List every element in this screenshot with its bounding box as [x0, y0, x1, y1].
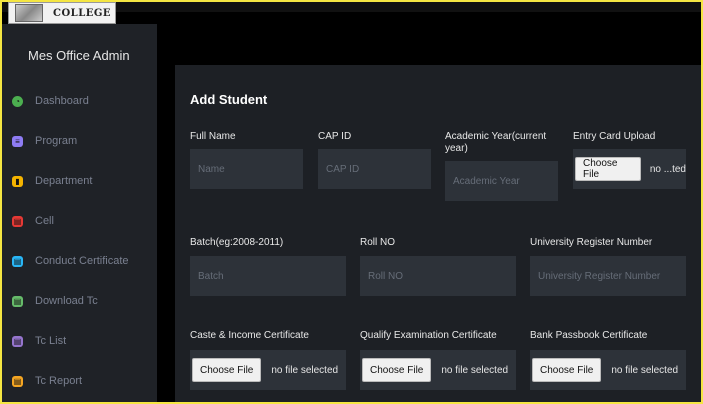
qualify-exam-label: Qualify Examination Certificate [360, 330, 497, 341]
bank-passbook-file-input[interactable]: Choose File no file selected [530, 350, 686, 390]
sidebar-nav: ◔ Dashboard ≡ Program ▮ Department ▤ Cel… [2, 81, 157, 401]
list-icon: ▤ [12, 335, 23, 347]
sidebar-item-label: Conduct Certificate [35, 255, 129, 267]
batch-input[interactable] [190, 256, 346, 296]
full-name-input[interactable] [190, 149, 303, 189]
sidebar-item-dashboard[interactable]: ◔ Dashboard [2, 81, 157, 121]
certificate-icon: ▤ [12, 255, 23, 267]
cap-id-label: CAP ID [318, 131, 352, 142]
academic-year-input[interactable] [445, 161, 558, 201]
sidebar-item-label: Tc List [35, 335, 67, 347]
choose-file-button[interactable]: Choose File [532, 358, 602, 382]
batch-label: Batch(eg:2008-2011) [190, 237, 284, 248]
sidebar-item-label: Cell [35, 215, 54, 227]
university-register-label: University Register Number [530, 237, 653, 248]
choose-file-button[interactable]: Choose File [192, 358, 262, 382]
sidebar-item-label: Tc Report [35, 375, 83, 387]
roll-no-input[interactable] [360, 256, 516, 296]
sidebar-item-label: Department [35, 175, 93, 187]
sidebar-item-label: Dashboard [35, 95, 89, 107]
program-icon: ≡ [12, 135, 23, 147]
app-window: Mes Office Admin ◔ Dashboard ≡ Program ▮… [0, 0, 703, 404]
file-status: no ...ted [649, 163, 686, 175]
sidebar-item-label: Download Tc [35, 295, 98, 307]
sidebar-item-tc-report[interactable]: ▤ Tc Report [2, 361, 157, 401]
page-title: Add Student [190, 92, 268, 107]
sidebar-item-department[interactable]: ▮ Department [2, 161, 157, 201]
sidebar-item-download-tc[interactable]: ▤ Download Tc [2, 281, 157, 321]
cell-icon: ▤ [12, 215, 23, 227]
full-name-label: Full Name [190, 131, 236, 142]
report-icon: ▤ [12, 375, 23, 387]
cap-id-input[interactable] [318, 149, 431, 189]
main-content: Add Student Full Name CAP ID Academic Ye… [157, 24, 701, 402]
logo-text: COLLEGE [53, 7, 112, 19]
caste-income-label: Caste & Income Certificate [190, 330, 309, 341]
dashboard-icon: ◔ [12, 95, 23, 107]
qualify-exam-file-input[interactable]: Choose File no file selected [360, 350, 516, 390]
choose-file-button[interactable]: Choose File [575, 157, 641, 181]
download-icon: ▤ [12, 295, 23, 307]
sidebar-item-program[interactable]: ≡ Program [2, 121, 157, 161]
entry-card-label: Entry Card Upload [573, 131, 656, 142]
add-student-card: Add Student Full Name CAP ID Academic Ye… [175, 65, 701, 402]
sidebar-brand: Mes Office Admin [28, 48, 130, 63]
entry-card-file-input[interactable]: Choose File no ...ted [573, 149, 686, 189]
sidebar-item-cell[interactable]: ▤ Cell [2, 201, 157, 241]
academic-year-label: Academic Year(current year) [445, 131, 547, 154]
caste-income-file-input[interactable]: Choose File no file selected [190, 350, 346, 390]
sidebar: Mes Office Admin ◔ Dashboard ≡ Program ▮… [2, 24, 157, 402]
file-status: no file selected [271, 364, 339, 376]
sidebar-item-label: Program [35, 135, 78, 147]
chart-icon: ▮ [12, 175, 23, 187]
file-status: no file selected [611, 364, 679, 376]
college-emblem-icon [15, 4, 43, 22]
roll-no-label: Roll NO [360, 237, 396, 248]
sidebar-item-conduct-certificate[interactable]: ▤ Conduct Certificate [2, 241, 157, 281]
sidebar-item-tc-list[interactable]: ▤ Tc List [2, 321, 157, 361]
college-logo: COLLEGE [8, 2, 116, 24]
choose-file-button[interactable]: Choose File [362, 358, 432, 382]
file-status: no file selected [441, 364, 509, 376]
bank-passbook-label: Bank Passbook Certificate [530, 330, 648, 341]
university-register-input[interactable] [530, 256, 686, 296]
